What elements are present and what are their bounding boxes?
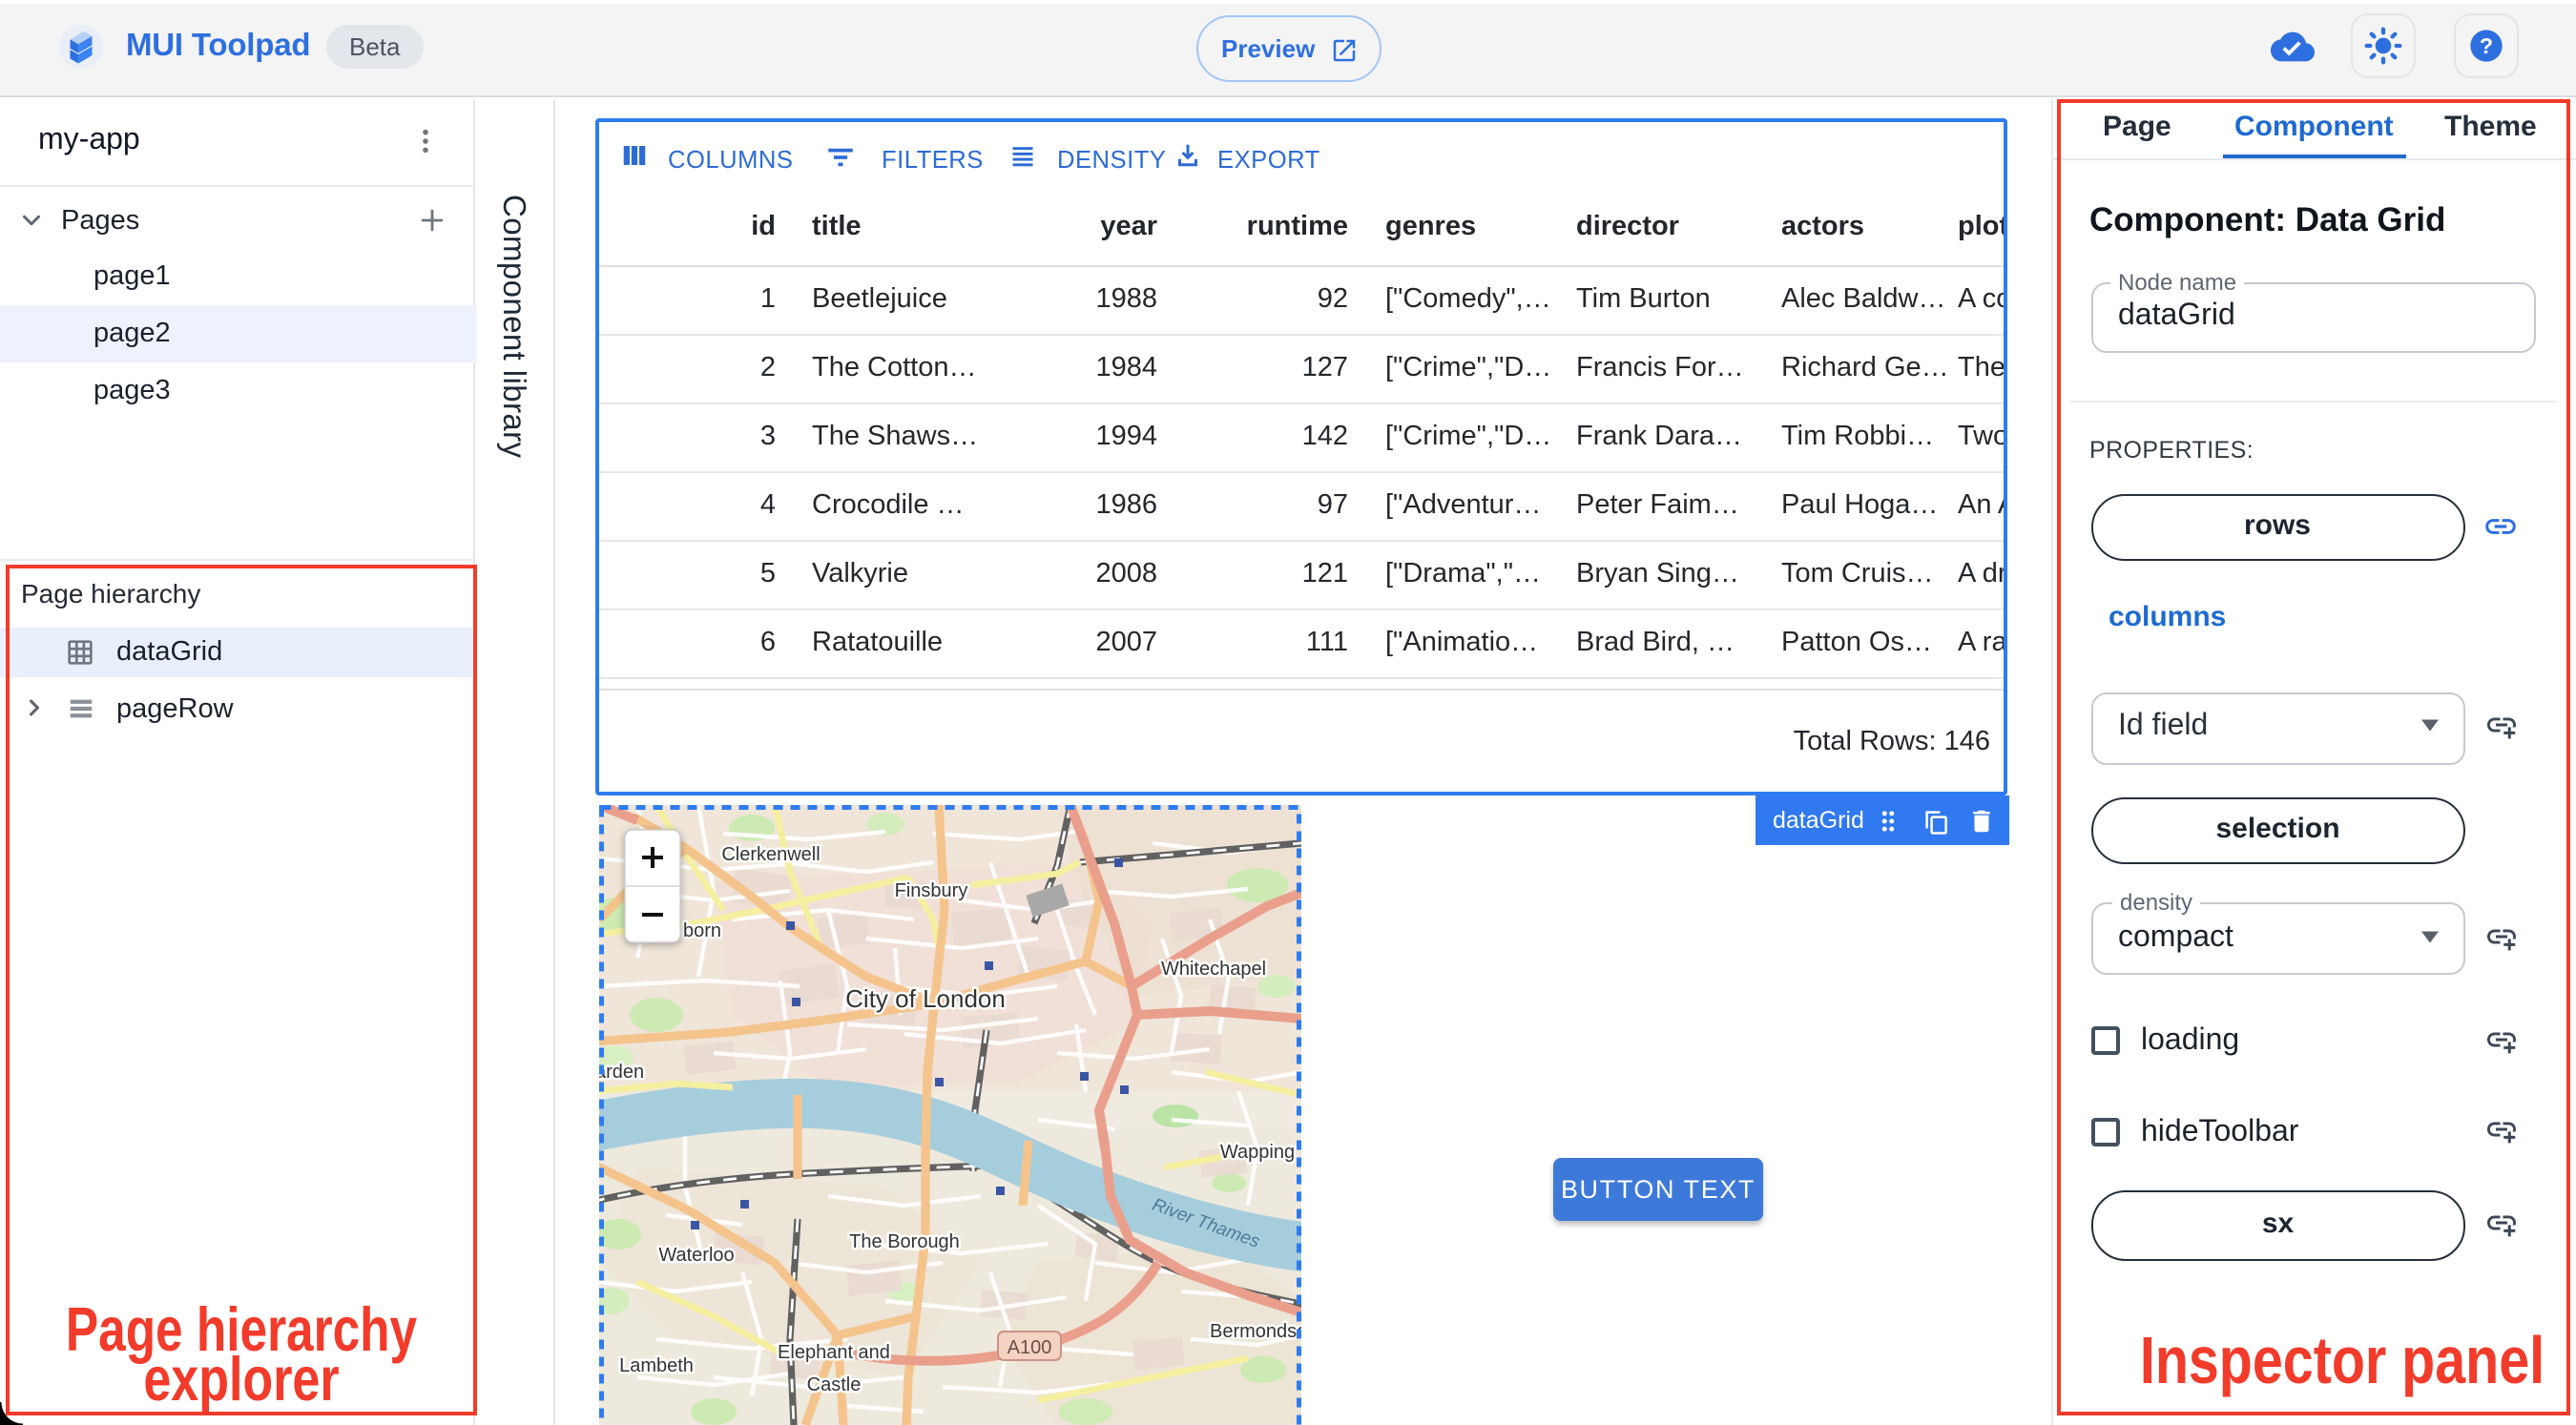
svg-text:?: ? bbox=[2480, 33, 2493, 58]
svg-text:Waterloo: Waterloo bbox=[658, 1245, 734, 1266]
svg-text:Bermondse: Bermondse bbox=[1210, 1321, 1301, 1342]
svg-text:Castle: Castle bbox=[807, 1374, 862, 1395]
svg-text:Whitechapel: Whitechapel bbox=[1161, 959, 1266, 980]
svg-text:Elephant and: Elephant and bbox=[778, 1342, 890, 1363]
svg-text:Finsbury: Finsbury bbox=[895, 880, 968, 901]
svg-text:arden: arden bbox=[599, 1062, 644, 1083]
svg-text:Lambeth: Lambeth bbox=[619, 1355, 694, 1376]
svg-text:born: born bbox=[683, 920, 721, 941]
svg-text:City of London: City of London bbox=[845, 984, 1006, 1013]
svg-text:The Borough: The Borough bbox=[849, 1231, 960, 1252]
svg-text:A100: A100 bbox=[1008, 1337, 1052, 1358]
svg-text:Clerkenwell: Clerkenwell bbox=[721, 844, 820, 865]
svg-text:Wapping: Wapping bbox=[1220, 1142, 1295, 1163]
